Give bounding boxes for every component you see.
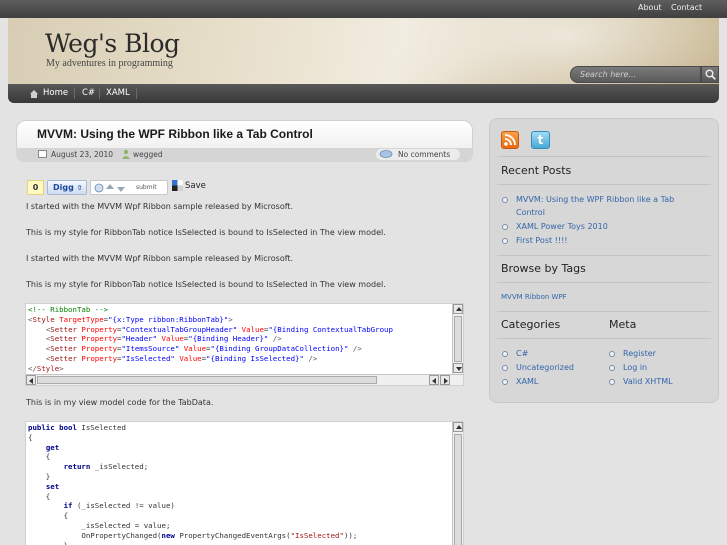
submit-label: submit <box>136 184 157 191</box>
list-bullet <box>502 238 508 244</box>
main-nav: Home C# XAML <box>8 84 719 103</box>
contact-link[interactable]: Contact <box>671 3 702 12</box>
comments-link[interactable]: No comments <box>376 149 460 160</box>
delicious-save-icon[interactable] <box>172 180 183 191</box>
digg-count: 0 <box>27 180 44 195</box>
code-lines: <!-- RibbonTab --> <Style TargetType="{x… <box>28 305 393 373</box>
save-link[interactable]: Save <box>185 181 206 191</box>
post-date: August 23, 2010 <box>51 150 114 159</box>
nav-home-label: Home <box>43 88 69 98</box>
list-bullet <box>609 379 615 385</box>
rss-feed-icon[interactable] <box>501 131 519 149</box>
nav-divider <box>136 88 137 99</box>
nav-divider <box>99 88 100 99</box>
search-input[interactable]: Search here... <box>570 66 701 83</box>
post-paragraph: This is my style for RibbonTab notice Is… <box>26 280 386 289</box>
nav-csharp[interactable]: C# <box>82 88 95 98</box>
list-bullet <box>502 365 508 371</box>
categories-heading: Categories <box>501 318 561 331</box>
meta-link[interactable]: Register <box>623 347 656 360</box>
search-icon <box>705 69 716 80</box>
sidebar-divider <box>497 255 711 256</box>
sidebar-divider <box>497 282 711 283</box>
code-lines: public bool IsSelected { get { return _i… <box>28 423 358 545</box>
comment-bubble-icon <box>379 150 393 158</box>
nav-divider <box>74 88 75 99</box>
post-author[interactable]: wegged <box>133 150 163 159</box>
sidebar-divider <box>497 184 711 185</box>
scroll-left-arrow[interactable] <box>26 375 36 385</box>
user-icon <box>122 149 130 159</box>
search-button[interactable] <box>701 66 719 83</box>
scroll-up-arrow[interactable] <box>453 422 463 432</box>
reddit-vote-icon <box>94 183 125 193</box>
category-link[interactable]: C# <box>516 347 528 360</box>
post-paragraph: This is in my view model code for the Ta… <box>26 398 214 407</box>
category-link[interactable]: XAML <box>516 375 538 388</box>
recent-post-link[interactable]: First Post !!!! <box>516 234 568 247</box>
home-icon <box>30 90 38 98</box>
scroll-left-arrow[interactable] <box>429 375 439 385</box>
scroll-thumb[interactable] <box>37 376 377 384</box>
meta-heading: Meta <box>609 318 637 331</box>
browse-tags-heading: Browse by Tags <box>501 262 586 275</box>
comments-count: No comments <box>398 150 451 159</box>
code-block-xaml[interactable]: <!-- RibbonTab --> <Style TargetType="{x… <box>25 303 464 386</box>
digg-label: Digg <box>53 183 74 192</box>
rss-icon <box>504 134 516 146</box>
code-horizontal-scrollbar[interactable] <box>26 374 463 385</box>
meta-link[interactable]: Log in <box>623 361 647 374</box>
scroll-down-arrow[interactable] <box>453 363 463 373</box>
site-header: Weg's Blog My adventures in programming … <box>8 18 719 84</box>
twitter-icon[interactable]: t <box>531 131 550 149</box>
calendar-icon <box>38 150 47 158</box>
nav-home[interactable]: Home <box>30 88 68 98</box>
sidebar-divider <box>497 338 711 339</box>
post-paragraph: I started with the MVVM Wpf Ribbon sampl… <box>26 202 294 211</box>
site-tagline: My adventures in programming <box>46 58 173 69</box>
list-bullet <box>502 379 508 385</box>
meta-link[interactable]: Valid XHTML <box>623 375 673 388</box>
sidebar-divider <box>497 156 711 157</box>
site-title[interactable]: Weg's Blog <box>45 29 180 58</box>
sidebar-divider <box>497 311 711 312</box>
about-link[interactable]: About <box>638 3 662 12</box>
top-utility-bar: About Contact <box>0 0 727 18</box>
recent-post-link[interactable]: MVVM: Using the WPF Ribbon like a Tab Co… <box>516 193 696 219</box>
post-title-box: MVVM: Using the WPF Ribbon like a Tab Co… <box>16 120 473 148</box>
list-bullet <box>502 351 508 357</box>
reddit-submit-button[interactable]: submit <box>90 180 168 195</box>
scroll-right-arrow[interactable] <box>440 375 450 385</box>
category-link[interactable]: Uncategorized <box>516 361 574 374</box>
post-paragraph: This is my style for RibbonTab notice Is… <box>26 228 386 237</box>
post-paragraph: I started with the MVVM Wpf Ribbon sampl… <box>26 254 294 263</box>
post-title[interactable]: MVVM: Using the WPF Ribbon like a Tab Co… <box>37 127 313 141</box>
list-bullet <box>609 365 615 371</box>
code-vertical-scrollbar[interactable] <box>452 422 463 545</box>
scroll-thumb[interactable] <box>454 434 462 545</box>
list-bullet <box>609 351 615 357</box>
list-bullet <box>502 197 508 203</box>
recent-post-link[interactable]: XAML Power Toys 2010 <box>516 220 608 233</box>
digg-button[interactable]: Digg ⇧ <box>47 180 87 195</box>
code-block-csharp[interactable]: public bool IsSelected { get { return _i… <box>25 421 464 545</box>
list-bullet <box>502 224 508 230</box>
nav-xaml[interactable]: XAML <box>106 88 130 98</box>
code-vertical-scrollbar[interactable] <box>452 304 463 375</box>
scroll-thumb[interactable] <box>454 316 462 362</box>
tag-cloud[interactable]: MVVM Ribbon WPF <box>501 291 567 304</box>
scroll-up-arrow[interactable] <box>453 304 463 314</box>
recent-posts-heading: Recent Posts <box>501 164 572 177</box>
